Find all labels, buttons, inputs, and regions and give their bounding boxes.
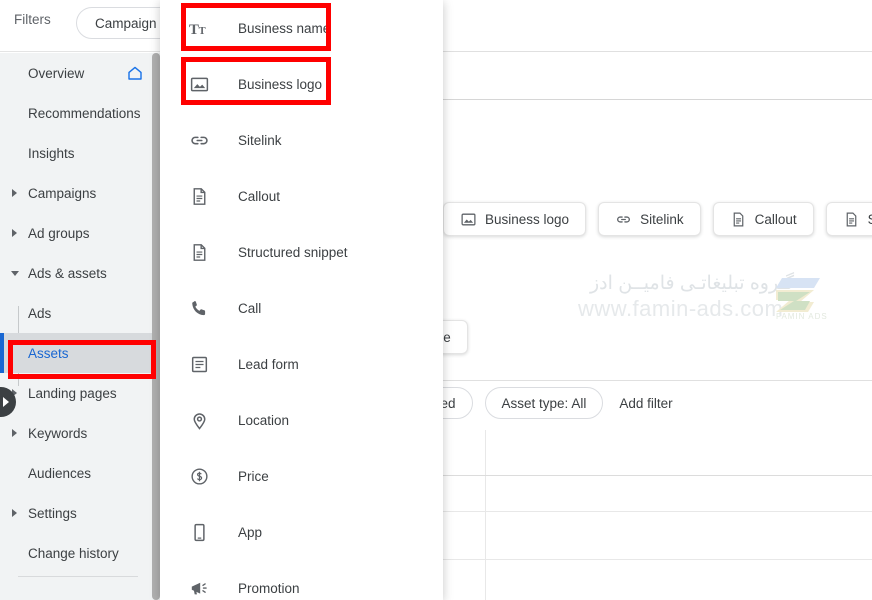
sidebar-item-assets[interactable]: Assets <box>0 333 160 373</box>
svg-text:T: T <box>198 25 205 36</box>
sidebar-item-keywords[interactable]: Keywords <box>0 413 160 453</box>
sidebar-item-campaigns[interactable]: Campaigns <box>0 173 160 213</box>
dollar-circle-icon <box>188 465 210 487</box>
location-pin-icon <box>188 409 210 431</box>
document-icon <box>730 211 747 228</box>
sidebar-item-label: Change history <box>28 545 119 561</box>
menu-item-lead-form[interactable]: Lead form <box>160 336 443 392</box>
sidebar-item-label: Keywords <box>28 425 88 441</box>
watermark-logo-icon <box>770 268 830 314</box>
menu-item-location[interactable]: Location <box>160 392 443 448</box>
chevron-right-icon <box>12 189 17 197</box>
cell-rest <box>485 560 872 600</box>
column-header-rest <box>485 430 872 475</box>
cell-rest <box>485 512 872 559</box>
menu-item-label: Price <box>238 468 269 484</box>
menu-item-label: Structured snippet <box>238 244 348 260</box>
menu-item-callout[interactable]: Callout <box>160 168 443 224</box>
sidebar-item-label: Insights <box>28 145 75 161</box>
link-icon <box>188 129 210 151</box>
menu-item-promotion[interactable]: Promotion <box>160 560 443 600</box>
sidebar-item-label: Ad groups <box>28 225 90 241</box>
chip-label: Structur <box>868 212 872 227</box>
sidebar-item-recommendations[interactable]: Recommendations <box>0 93 160 133</box>
sidebar-item-label: Assets <box>28 345 69 361</box>
document-lines-icon <box>188 241 210 263</box>
megaphone-icon <box>188 577 210 599</box>
menu-item-business-logo[interactable]: Business logo <box>160 56 443 112</box>
sidebar-item-label: Ads <box>28 305 52 321</box>
add-filter-button[interactable]: Add filter <box>615 396 676 411</box>
left-navigation-sidebar: Overview Recommendations Insights Campai… <box>0 53 160 600</box>
menu-item-label: Call <box>238 300 262 316</box>
menu-item-app[interactable]: App <box>160 504 443 560</box>
menu-item-structured-snippet[interactable]: Structured snippet <box>160 224 443 280</box>
cell-rest <box>485 476 872 511</box>
sidebar-item-label: Recommendations <box>28 105 141 121</box>
app-root: Business logo Sitelink Callout Asset typ… <box>0 0 872 600</box>
text-format-icon: T T <box>188 17 210 39</box>
home-icon <box>126 64 144 82</box>
asset-type-chip-row: Business logo Sitelink Callout <box>443 202 872 236</box>
chip-label: Business logo <box>485 211 570 227</box>
menu-item-sitelink[interactable]: Sitelink <box>160 112 443 168</box>
pill-label: Asset type: All <box>501 395 587 411</box>
sidebar-divider <box>18 576 138 577</box>
menu-item-label: App <box>238 524 263 540</box>
chevron-right-icon <box>12 509 17 517</box>
sidebar-item-label: Ads & assets <box>28 265 107 281</box>
sidebar-item-overview[interactable]: Overview <box>0 53 160 93</box>
chip-sitelink[interactable]: Sitelink <box>598 202 701 236</box>
image-icon <box>188 73 210 95</box>
sidebar-item-settings[interactable]: Settings <box>0 493 160 533</box>
sidebar-item-ads-and-assets[interactable]: Ads & assets <box>0 253 160 293</box>
chevron-right-icon <box>12 429 17 437</box>
menu-item-label: Callout <box>238 188 281 204</box>
sidebar-item-insights[interactable]: Insights <box>0 133 160 173</box>
asset-type-dropdown-menu: T T Business name Business logo Sitelink… <box>160 0 443 600</box>
sidebar-item-ads[interactable]: Ads <box>0 293 160 333</box>
menu-item-label: Location <box>238 412 290 428</box>
chevron-down-icon <box>11 270 19 276</box>
watermark-persian-text: گـروه تبلیغاتـی فامیــن ادز <box>590 273 795 294</box>
sidebar-item-label: Audiences <box>28 465 92 481</box>
sidebar-item-label: Settings <box>28 505 77 521</box>
chevron-right-icon <box>12 229 17 237</box>
phone-icon <box>188 297 210 319</box>
sidebar-item-label: Overview <box>28 65 85 81</box>
menu-item-label: Promotion <box>238 580 300 596</box>
form-icon <box>188 353 210 375</box>
chip-business-logo[interactable]: Business logo <box>443 202 587 236</box>
menu-item-label: Business logo <box>238 76 323 92</box>
svg-text:T: T <box>189 21 199 37</box>
document-icon <box>188 185 210 207</box>
menu-item-business-name[interactable]: T T Business name <box>160 0 443 56</box>
chip-structured-snippet[interactable]: Structur <box>825 202 872 236</box>
menu-item-call[interactable]: Call <box>160 280 443 336</box>
sidebar-scrollbar-thumb[interactable] <box>152 53 160 600</box>
menu-item-label: Sitelink <box>238 132 282 148</box>
image-icon <box>460 211 477 228</box>
chip-callout[interactable]: Callout <box>712 202 814 236</box>
filters-label: Filters <box>14 12 51 27</box>
link-icon <box>615 211 632 228</box>
menu-item-label: Lead form <box>238 356 299 372</box>
sidebar-item-label: Campaigns <box>28 185 97 201</box>
mobile-phone-icon <box>188 521 210 543</box>
watermark-brand: FAMIN ADS <box>776 312 828 321</box>
sidebar-item-landing-pages[interactable]: Landing pages <box>0 373 160 413</box>
document-lines-icon <box>843 211 860 228</box>
chip-label: Callout <box>754 211 797 227</box>
sidebar-item-change-history[interactable]: Change history <box>0 533 160 573</box>
chevron-right-icon <box>2 397 9 407</box>
menu-item-label: Business name <box>238 20 331 36</box>
sidebar-item-ad-groups[interactable]: Ad groups <box>0 213 160 253</box>
menu-item-price[interactable]: Price <box>160 448 443 504</box>
pill-asset-type-all[interactable]: Asset type: All <box>484 387 604 419</box>
watermark-url: www.famin-ads.com <box>578 296 784 321</box>
sidebar-item-audiences[interactable]: Audiences <box>0 453 160 493</box>
chip-label: Sitelink <box>640 211 684 227</box>
sidebar-item-label: Landing pages <box>28 385 117 401</box>
